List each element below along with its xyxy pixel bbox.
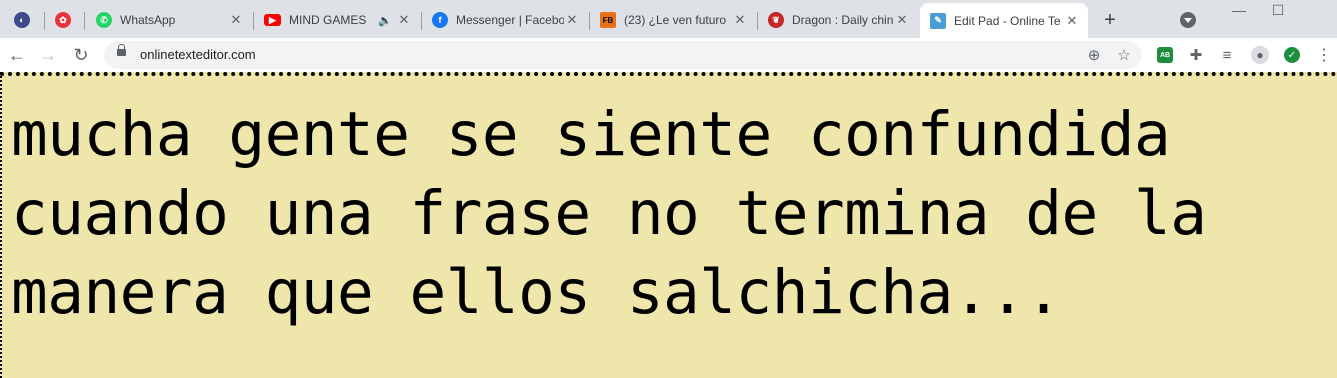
youtube-icon: ▶ bbox=[264, 14, 281, 26]
close-icon[interactable]: ✕ bbox=[396, 12, 412, 28]
tab-title: Edit Pad - Online Te bbox=[954, 13, 1061, 28]
tab-title: WhatsApp bbox=[120, 13, 176, 27]
browser-toolbar: ← → ↻ onlinetexteditor.com ⊕ ☆ AB ✚ ≡ ● … bbox=[0, 38, 1337, 72]
shield-check-icon[interactable]: ✓ bbox=[1281, 44, 1303, 66]
menu-kebab-icon[interactable]: ⋮ bbox=[1313, 44, 1335, 66]
tab-le-ven-futuro[interactable]: FB (23) ¿Le ven futuro ✕ bbox=[590, 5, 756, 35]
editor-line: cuando una frase no termina de la bbox=[11, 178, 1207, 249]
globe-icon: ◐ bbox=[14, 12, 30, 28]
address-bar[interactable]: onlinetexteditor.com ⊕ ☆ bbox=[104, 41, 1142, 69]
editor-area[interactable]: mucha gente se siente confundida cuando u… bbox=[0, 72, 1337, 378]
editor-line: mucha gente se siente confundida bbox=[11, 99, 1171, 170]
dotted-border-top bbox=[0, 72, 1337, 76]
pinned-tab-gear[interactable]: ✿ bbox=[49, 7, 77, 33]
new-tab-button[interactable]: + bbox=[1098, 9, 1122, 31]
maximize-button[interactable]: ☐ bbox=[1266, 2, 1290, 18]
url-text[interactable]: onlinetexteditor.com bbox=[140, 47, 256, 62]
bookmark-star-icon[interactable]: ☆ bbox=[1114, 45, 1134, 65]
media-queue-icon[interactable]: ≡ bbox=[1216, 44, 1238, 66]
close-icon[interactable]: ✕ bbox=[228, 12, 244, 28]
extensions-puzzle-icon[interactable]: ✚ bbox=[1185, 44, 1207, 66]
tab-title: MIND GAMES bbox=[289, 13, 367, 27]
tab-edit-pad[interactable]: ✎ Edit Pad - Online Te ✕ bbox=[920, 3, 1088, 38]
abp-extension-icon[interactable]: AB bbox=[1154, 44, 1176, 66]
close-icon[interactable]: ✕ bbox=[732, 12, 748, 28]
facebook-icon: f bbox=[432, 12, 448, 28]
close-icon[interactable]: ✕ bbox=[1064, 13, 1080, 29]
zoom-icon[interactable]: ⊕ bbox=[1084, 45, 1104, 65]
minimize-button[interactable]: — bbox=[1227, 2, 1251, 18]
editor-line: manera que ellos salchicha... bbox=[11, 257, 1062, 328]
tab-title: Dragon : Daily chin bbox=[792, 13, 894, 27]
close-icon[interactable]: ✕ bbox=[894, 12, 910, 28]
reload-button[interactable]: ↻ bbox=[70, 44, 92, 66]
close-icon[interactable]: ✕ bbox=[564, 12, 580, 28]
tab-search-icon[interactable] bbox=[1180, 12, 1196, 28]
tab-whatsapp[interactable]: ✆ WhatsApp ✕ bbox=[86, 5, 252, 35]
tab-separator bbox=[44, 12, 45, 30]
forward-button[interactable]: → bbox=[37, 44, 59, 66]
dragon-icon: ❦ bbox=[768, 12, 784, 28]
tab-strip: ◐ ✿ ✆ WhatsApp ✕ ▶ MIND GAMES 🔈 ✕ f Mess… bbox=[0, 0, 1337, 38]
tab-mind-games[interactable]: ▶ MIND GAMES 🔈 ✕ bbox=[254, 5, 420, 35]
page-icon: FB bbox=[600, 12, 616, 28]
tab-messenger[interactable]: f Messenger | Facebo ✕ bbox=[422, 5, 588, 35]
back-button[interactable]: ← bbox=[6, 44, 28, 66]
pinned-tab-globe[interactable]: ◐ bbox=[8, 7, 36, 33]
tab-dragon[interactable]: ❦ Dragon : Daily chin ✕ bbox=[758, 5, 918, 35]
audio-playing-icon[interactable]: 🔈 bbox=[378, 14, 392, 27]
editor-text[interactable]: mucha gente se siente confundida cuando u… bbox=[11, 95, 1207, 332]
whatsapp-icon: ✆ bbox=[96, 12, 112, 28]
tab-title: (23) ¿Le ven futuro bbox=[624, 13, 727, 27]
red-gear-icon: ✿ bbox=[55, 12, 71, 28]
tab-separator bbox=[84, 12, 85, 30]
profile-avatar-icon[interactable]: ● bbox=[1249, 44, 1271, 66]
tab-title: Messenger | Facebo bbox=[456, 13, 564, 27]
dotted-border-left bbox=[0, 72, 2, 378]
editpad-icon: ✎ bbox=[930, 12, 946, 29]
lock-icon[interactable] bbox=[117, 44, 126, 56]
